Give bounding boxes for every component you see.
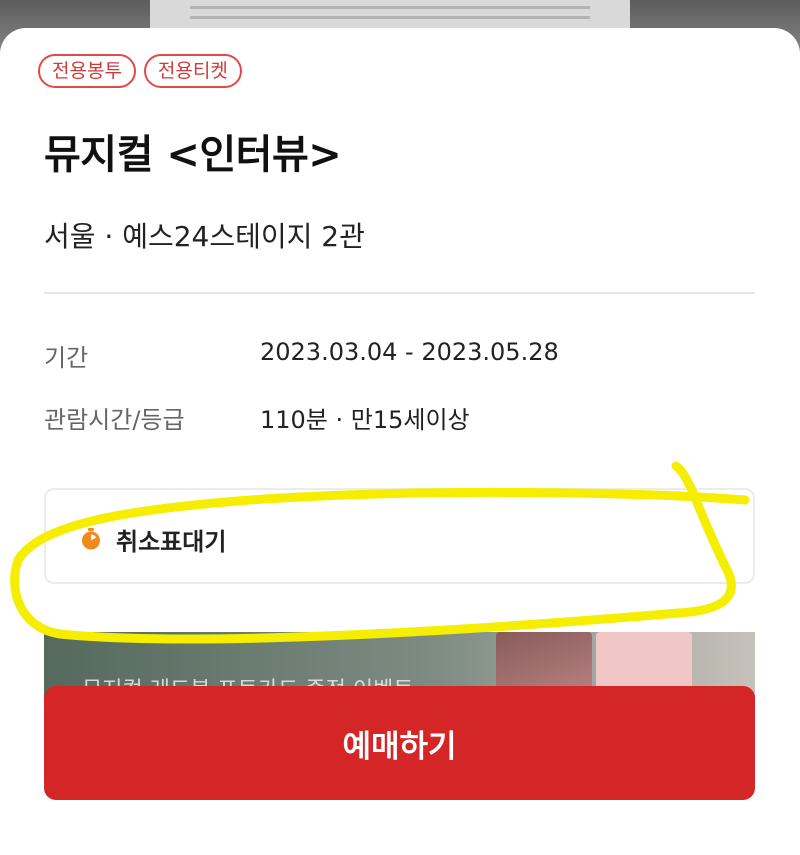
timer-icon xyxy=(82,528,100,550)
badge-group: 전용봉투 전용티켓 xyxy=(38,54,242,88)
badge-envelope: 전용봉투 xyxy=(38,54,136,88)
badge-ticket: 전용티켓 xyxy=(143,54,242,88)
show-title: 뮤지컬 <인터뷰> xyxy=(44,132,342,178)
divider xyxy=(44,292,755,294)
cancel-waitlist-button[interactable]: 취소표대기 › xyxy=(44,488,755,584)
cancel-waitlist-label: 취소표대기 xyxy=(116,528,227,556)
runtime-value: 110분 · 만15세이상 xyxy=(260,406,470,434)
book-button[interactable]: 예매하기 xyxy=(44,686,755,800)
show-venue: 서울 · 예스24스테이지 2관 xyxy=(44,220,365,253)
chevron-right-icon: › xyxy=(706,520,717,550)
period-value: 2023.03.04 - 2023.05.28 xyxy=(260,338,559,366)
period-label: 기간 xyxy=(44,344,89,372)
runtime-label: 관람시간/등급 xyxy=(44,406,185,434)
